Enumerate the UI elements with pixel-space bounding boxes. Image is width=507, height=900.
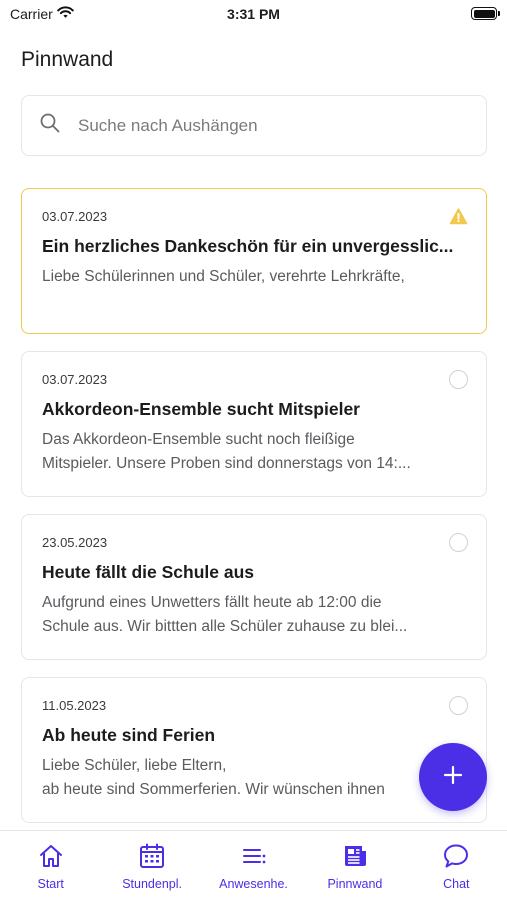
add-post-button[interactable] xyxy=(419,743,487,811)
tab-start[interactable]: Start xyxy=(0,831,101,900)
plus-icon xyxy=(443,765,463,790)
search-icon xyxy=(40,113,60,138)
post-preview-line: Schule aus. Wir bittten alle Schüler zuh… xyxy=(42,618,408,635)
tab-label: Start xyxy=(37,877,64,891)
post-title: Ein herzliches Dankeschön für ein unverg… xyxy=(42,236,454,256)
battery-icon xyxy=(471,7,500,20)
tab-label: Pinnwand xyxy=(327,877,383,891)
post-title: Akkordeon-Ensemble sucht Mitspieler xyxy=(42,399,360,419)
post-date: 03.07.2023 xyxy=(42,209,108,224)
post-title: Heute fällt die Schule aus xyxy=(42,562,254,582)
tab-chat[interactable]: Chat xyxy=(406,831,507,900)
tab-label: Stundenpl. xyxy=(122,877,182,891)
post-preview-line: Liebe Schülerinnen und Schüler, verehrte… xyxy=(42,268,405,285)
home-icon xyxy=(36,841,66,871)
post-card[interactable]: 03.07.2023 Ein herzliches Dankeschön für… xyxy=(21,188,487,334)
post-card[interactable]: 11.05.2023 Ab heute sind Ferien Liebe Sc… xyxy=(21,677,487,823)
radio-circle-icon[interactable] xyxy=(449,370,468,389)
tab-anwesenheit[interactable]: Anwesenhe. xyxy=(203,831,304,900)
search-bar[interactable] xyxy=(21,95,487,156)
post-preview: Liebe Schüler, liebe Eltern, ab heute si… xyxy=(42,754,466,802)
calendar-icon xyxy=(137,841,167,871)
tab-label: Chat xyxy=(443,877,470,891)
list-icon xyxy=(239,841,269,871)
post-preview: Das Akkordeon-Ensemble sucht noch fleißi… xyxy=(42,428,466,476)
tab-stundenplan[interactable]: Stundenpl. xyxy=(101,831,202,900)
newspaper-icon xyxy=(340,841,370,871)
page-title: Pinnwand xyxy=(21,48,114,71)
radio-circle-icon[interactable] xyxy=(449,696,468,715)
status-time: 3:31 PM xyxy=(227,6,280,22)
post-preview: Liebe Schülerinnen und Schüler, verehrte… xyxy=(42,265,466,289)
post-date: 11.05.2023 xyxy=(42,698,107,713)
tab-pinnwand[interactable]: Pinnwand xyxy=(304,831,405,900)
post-preview-line: ab heute sind Sommerferien. Wir wünschen… xyxy=(42,781,385,798)
radio-circle-icon[interactable] xyxy=(449,533,468,552)
search-input[interactable] xyxy=(78,115,438,136)
post-preview-line: Aufgrund eines Unwetters fällt heute ab … xyxy=(42,594,382,611)
post-title: Ab heute sind Ferien xyxy=(42,725,216,745)
tab-bar: Start Stundenpl. Anwesenhe. Pinnwand Cha… xyxy=(0,830,507,900)
tab-label: Anwesenhe. xyxy=(219,877,288,891)
status-bar: Carrier 3:31 PM xyxy=(0,0,507,30)
post-date: 23.05.2023 xyxy=(42,535,108,550)
post-card[interactable]: 23.05.2023 Heute fällt die Schule aus Au… xyxy=(21,514,487,660)
chat-bubble-icon xyxy=(441,841,471,871)
post-preview-line: Liebe Schüler, liebe Eltern, xyxy=(42,757,227,774)
post-preview-line: Mitspieler. Unsere Proben sind donnersta… xyxy=(42,455,411,472)
post-card[interactable]: 03.07.2023 Akkordeon-Ensemble sucht Mits… xyxy=(21,351,487,497)
post-date: 03.07.2023 xyxy=(42,372,108,387)
post-preview: Aufgrund eines Unwetters fällt heute ab … xyxy=(42,591,466,639)
warning-icon xyxy=(449,207,468,226)
post-preview-line: Das Akkordeon-Ensemble sucht noch fleißi… xyxy=(42,431,355,448)
